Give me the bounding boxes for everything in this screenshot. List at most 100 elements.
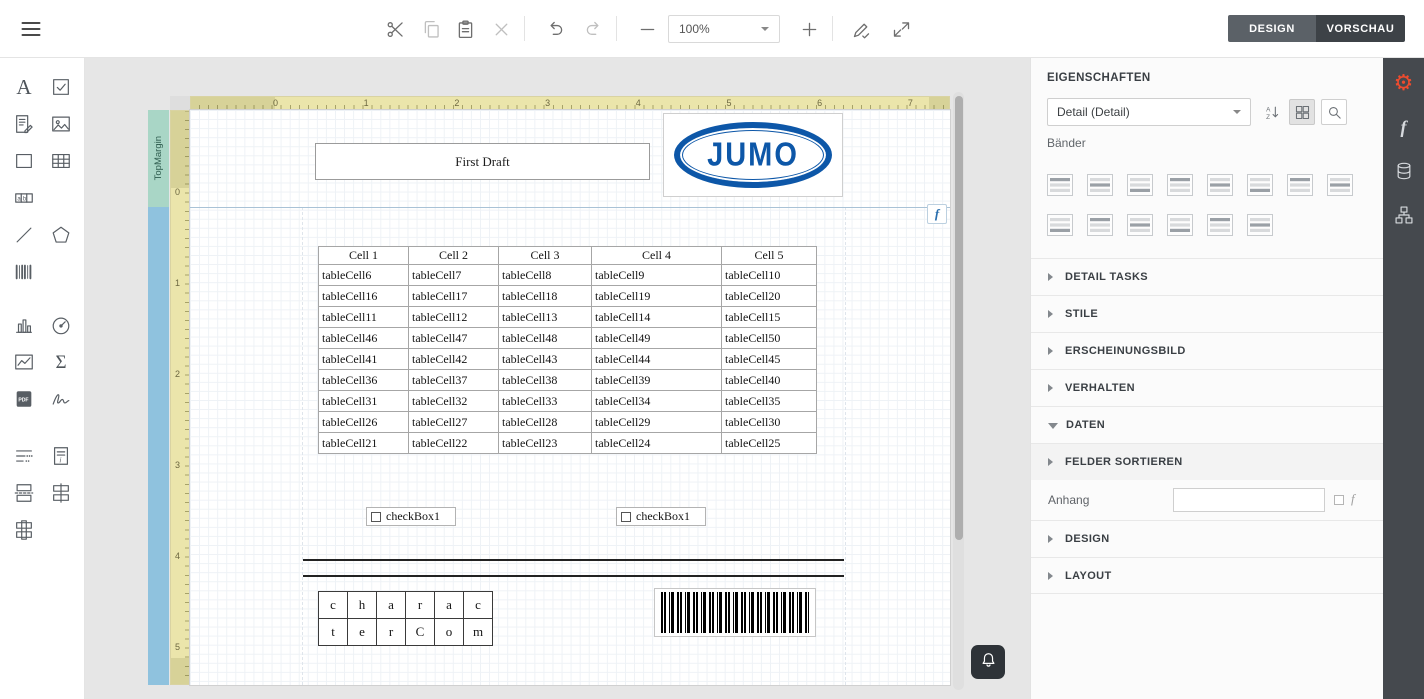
table-cell[interactable]: tableCell38 bbox=[499, 370, 592, 391]
table-cell[interactable]: tableCell20 bbox=[722, 286, 817, 307]
anhang-input[interactable] bbox=[1173, 488, 1325, 512]
section-erscheinungsbild[interactable]: ERSCHEINUNGSBILD bbox=[1031, 332, 1383, 369]
table-cell[interactable]: tableCell30 bbox=[722, 412, 817, 433]
table-cell[interactable]: tableCell25 bbox=[722, 433, 817, 454]
section-verhalten[interactable]: VERHALTEN bbox=[1031, 369, 1383, 406]
validate-icon[interactable] bbox=[846, 15, 876, 43]
table-cell[interactable]: tableCell32 bbox=[409, 391, 499, 412]
pdf-tool[interactable]: PDF bbox=[9, 384, 39, 414]
database-icon[interactable] bbox=[1387, 154, 1421, 188]
preview-tab[interactable]: VORSCHAU bbox=[1316, 15, 1405, 42]
table-cell[interactable]: tableCell41 bbox=[319, 349, 409, 370]
table-cell[interactable]: tableCell31 bbox=[319, 391, 409, 412]
logo-jumo[interactable]: JUMO bbox=[663, 113, 843, 197]
section-felder-sortieren[interactable]: FELDER SORTIEREN bbox=[1031, 443, 1383, 480]
shape-tool[interactable] bbox=[46, 220, 76, 250]
band-topmargin[interactable]: TopMargin bbox=[148, 110, 169, 207]
pagebreak-tool[interactable] bbox=[9, 478, 39, 508]
character-comb-element[interactable]: characterCom bbox=[318, 591, 493, 646]
comb-cell[interactable]: h bbox=[348, 592, 377, 619]
table-header-cell[interactable]: Cell 1 bbox=[319, 247, 409, 265]
cut-icon[interactable] bbox=[380, 15, 410, 43]
detail-report-band-icon[interactable] bbox=[1245, 212, 1275, 238]
table-cell[interactable]: tableCell29 bbox=[592, 412, 722, 433]
crossline-tool[interactable] bbox=[46, 478, 76, 508]
table-cell[interactable]: tableCell44 bbox=[592, 349, 722, 370]
delete-icon[interactable] bbox=[486, 15, 516, 43]
table-cell[interactable]: tableCell21 bbox=[319, 433, 409, 454]
table-header-cell[interactable]: Cell 4 bbox=[592, 247, 722, 265]
canvas-scrollbar[interactable] bbox=[953, 92, 964, 690]
structure-icon[interactable] bbox=[1387, 198, 1421, 232]
table-cell[interactable]: tableCell9 bbox=[592, 265, 722, 286]
table-cell[interactable]: tableCell12 bbox=[409, 307, 499, 328]
table-cell[interactable]: tableCell40 bbox=[722, 370, 817, 391]
sub-band-icon[interactable] bbox=[1205, 212, 1235, 238]
band-view-icon[interactable] bbox=[1289, 99, 1315, 125]
toc-tool[interactable] bbox=[9, 441, 39, 471]
section-stile[interactable]: STILE bbox=[1031, 295, 1383, 332]
report-footer-band-icon[interactable] bbox=[1085, 212, 1115, 238]
band-detail[interactable] bbox=[148, 207, 169, 685]
table-cell[interactable]: tableCell14 bbox=[592, 307, 722, 328]
vertical-header-band-icon[interactable] bbox=[1245, 172, 1275, 198]
table-cell[interactable]: tableCell23 bbox=[499, 433, 592, 454]
table-cell[interactable]: tableCell35 bbox=[722, 391, 817, 412]
table-cell[interactable]: tableCell33 bbox=[499, 391, 592, 412]
table-cell[interactable]: tableCell28 bbox=[499, 412, 592, 433]
element-selector[interactable]: Detail (Detail) bbox=[1047, 98, 1251, 126]
table-cell[interactable]: tableCell16 bbox=[319, 286, 409, 307]
comb-cell[interactable]: e bbox=[348, 619, 377, 646]
fullscreen-icon[interactable] bbox=[886, 15, 916, 43]
table-cell[interactable]: tableCell18 bbox=[499, 286, 592, 307]
table-cell[interactable]: tableCell46 bbox=[319, 328, 409, 349]
vertical-total-band-icon[interactable] bbox=[1325, 172, 1355, 198]
notifications-button[interactable] bbox=[971, 645, 1005, 679]
text-tool[interactable]: A bbox=[9, 72, 39, 102]
zoom-in-icon[interactable] bbox=[794, 15, 824, 43]
search-icon[interactable] bbox=[1321, 99, 1347, 125]
comb-cell[interactable]: C bbox=[406, 619, 435, 646]
comb-cell[interactable]: c bbox=[319, 592, 348, 619]
table-cell[interactable]: tableCell24 bbox=[592, 433, 722, 454]
checkbox-icon[interactable] bbox=[1334, 495, 1344, 505]
table-cell[interactable]: tableCell7 bbox=[409, 265, 499, 286]
gauge-tool[interactable] bbox=[46, 310, 76, 340]
redo-icon[interactable] bbox=[578, 15, 608, 43]
table-cell[interactable]: tableCell36 bbox=[319, 370, 409, 391]
table-cell[interactable]: tableCell6 bbox=[319, 265, 409, 286]
table-cell[interactable]: tableCell34 bbox=[592, 391, 722, 412]
checkbox-element[interactable]: checkBox1 bbox=[616, 507, 706, 526]
table-cell[interactable]: tableCell37 bbox=[409, 370, 499, 391]
comb-cell[interactable]: m bbox=[464, 619, 493, 646]
sparkline-tool[interactable] bbox=[9, 347, 39, 377]
checkbox-element[interactable]: checkBox1 bbox=[366, 507, 456, 526]
paste-icon[interactable] bbox=[450, 15, 480, 43]
pageinfo-tool[interactable]: i bbox=[46, 441, 76, 471]
expressions-icon[interactable]: f bbox=[1387, 110, 1421, 144]
table-cell[interactable]: tableCell19 bbox=[592, 286, 722, 307]
detail-band-icon[interactable] bbox=[1205, 172, 1235, 198]
table-cell[interactable]: tableCell15 bbox=[722, 307, 817, 328]
barcode-element[interactable] bbox=[654, 588, 816, 637]
line-element[interactable] bbox=[303, 575, 844, 577]
comb-cell[interactable]: o bbox=[435, 619, 464, 646]
table-cell[interactable]: tableCell17 bbox=[409, 286, 499, 307]
table-cell[interactable]: tableCell22 bbox=[409, 433, 499, 454]
undo-icon[interactable] bbox=[540, 15, 570, 43]
line-tool[interactable] bbox=[9, 220, 39, 250]
comb-cell[interactable]: r bbox=[377, 619, 406, 646]
design-tab[interactable]: DESIGN bbox=[1228, 15, 1316, 42]
menu-icon[interactable] bbox=[16, 15, 46, 43]
table-cell[interactable]: tableCell27 bbox=[409, 412, 499, 433]
report-page[interactable]: f First Draft JUMO Cell 1Cell 2Cell 3Cel… bbox=[190, 110, 950, 685]
fx-icon[interactable]: f bbox=[927, 204, 947, 224]
table-cell[interactable]: tableCell10 bbox=[722, 265, 817, 286]
zoom-out-icon[interactable] bbox=[632, 15, 662, 43]
checkbox-tool[interactable] bbox=[46, 72, 76, 102]
picture-tool[interactable] bbox=[46, 109, 76, 139]
pivot-tool[interactable]: Σ bbox=[46, 347, 76, 377]
vertical-detail-band-icon[interactable] bbox=[1285, 172, 1315, 198]
design-table[interactable]: Cell 1Cell 2Cell 3Cell 4Cell 5tableCell6… bbox=[318, 246, 817, 454]
charcomb-tool[interactable]: ab bbox=[9, 183, 39, 213]
